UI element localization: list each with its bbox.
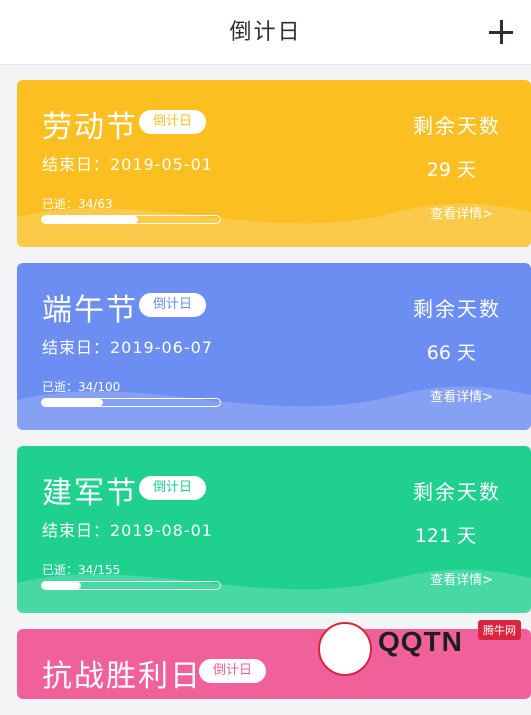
add-button[interactable] [481,12,521,52]
remaining-days: 29 天 [426,159,476,181]
remaining-days: 121 天 [414,525,476,547]
end-date: 结束日：2019-08-01 [42,521,213,540]
end-date: 结束日：2019-06-07 [42,338,213,357]
remaining-days: 66 天 [426,342,476,364]
countdown-card-labor-day[interactable]: 劳动节 倒计日 结束日：2019-05-01 已逝：34/63 剩余天数 29 … [17,80,531,247]
progress-fill [42,399,103,406]
remaining-label: 剩余天数 [413,480,501,504]
countdown-card-army-day[interactable]: 建军节 倒计日 结束日：2019-08-01 已逝：34/155 剩余天数 12… [17,446,531,613]
progress-bar [41,398,221,407]
elapsed-text: 已逝：34/155 [42,563,121,577]
event-name: 端午节 [42,293,138,328]
event-name: 建军节 [42,476,138,511]
app-header: 倒计日 [0,0,531,65]
countdown-tag: 倒计日 [139,476,207,500]
progress-bar [41,581,221,590]
countdown-tag: 倒计日 [139,110,207,134]
progress-fill [42,216,139,223]
view-details-link[interactable]: 查看详情> [430,203,493,222]
countdown-tag: 倒计日 [139,293,207,317]
elapsed-text: 已逝：34/100 [42,380,121,394]
remaining-label: 剩余天数 [413,297,501,321]
view-details-link[interactable]: 查看详情> [430,569,493,588]
watermark-logo-icon [318,622,372,676]
remaining-label: 剩余天数 [413,114,501,138]
watermark-text: QQTN [378,626,463,657]
progress-fill [42,582,82,589]
end-date: 结束日：2019-05-01 [42,155,213,174]
countdown-card-dragon-boat[interactable]: 端午节 倒计日 结束日：2019-06-07 已逝：34/100 剩余天数 66… [17,263,531,430]
progress-bar [41,215,221,224]
event-name: 抗战胜利日 [42,659,202,694]
page-title: 倒计日 [229,20,302,45]
view-details-link[interactable]: 查看详情> [430,386,493,405]
event-name: 劳动节 [42,110,138,145]
countdown-tag: 倒计日 [199,659,267,683]
site-watermark: QQTN 腾牛网 [313,620,523,680]
elapsed-text: 已逝：34/63 [42,197,113,211]
watermark-badge: 腾牛网 [478,620,521,640]
